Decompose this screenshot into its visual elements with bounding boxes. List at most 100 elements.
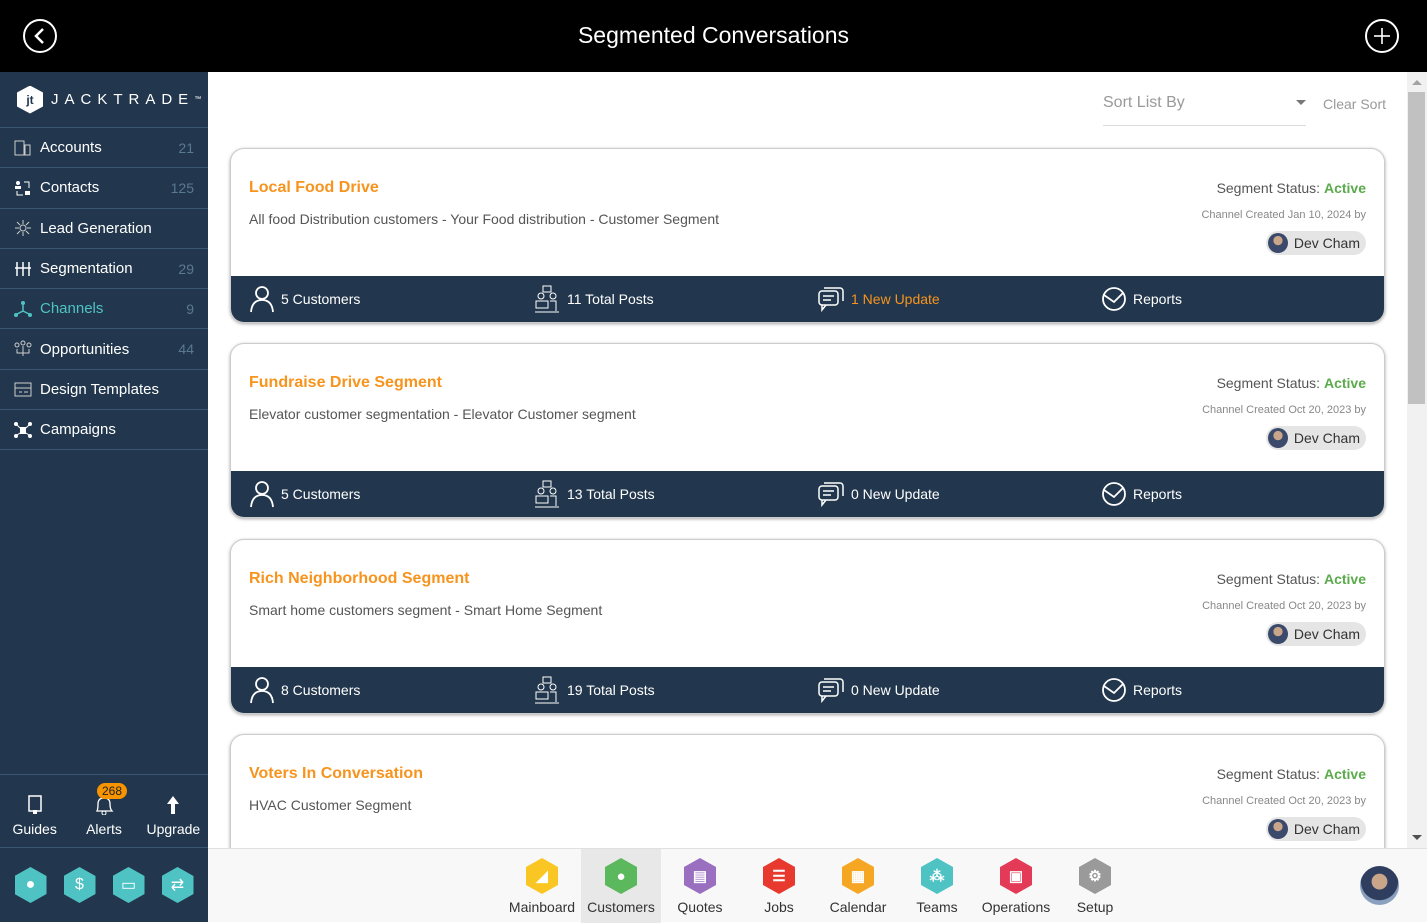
segment-description: Smart home customers segment - Smart Hom… xyxy=(249,602,603,618)
segment-card[interactable]: Voters In Conversation HVAC Customer Seg… xyxy=(230,734,1385,848)
app-label: Operations xyxy=(981,899,1051,915)
segment-card[interactable]: Local Food Drive All food Distribution c… xyxy=(230,148,1385,323)
status-badge: Active xyxy=(1323,571,1366,587)
customers-link[interactable]: 8 Customers xyxy=(249,667,360,713)
updates-count: 0 New Update xyxy=(851,682,940,698)
money-hex-icon[interactable]: ▭ xyxy=(112,867,145,903)
add-button[interactable] xyxy=(1365,19,1399,53)
updates-link[interactable]: 0 New Update xyxy=(817,471,940,517)
app-label: Calendar xyxy=(829,899,887,915)
sidebar-item-opportunities[interactable]: Opportunities 44 xyxy=(0,329,208,370)
customers-link[interactable]: 5 Customers xyxy=(249,471,360,517)
sidebar-item-design-templates[interactable]: Design Templates xyxy=(0,370,208,411)
upgrade-button[interactable]: Upgrade xyxy=(139,775,208,847)
sidebar-item-count: 29 xyxy=(178,260,194,277)
user-hex-icon[interactable]: ● xyxy=(14,867,47,903)
customers-count: 8 Customers xyxy=(281,682,361,698)
customers-icon xyxy=(250,481,274,508)
reports-link[interactable]: Reports xyxy=(1101,276,1182,322)
status-badge: Active xyxy=(1323,375,1366,391)
caret-down-icon xyxy=(1296,100,1306,105)
setup-icon: ⚙ xyxy=(1079,858,1111,894)
plus-circle-icon xyxy=(1374,28,1390,44)
owner-chip[interactable]: Dev Cham xyxy=(1265,231,1366,255)
posts-link[interactable]: 19 Total Posts xyxy=(533,667,655,713)
scrollbar[interactable] xyxy=(1407,72,1427,848)
scroll-up-icon[interactable] xyxy=(1412,80,1422,85)
flow-hex-icon[interactable]: ⇄ xyxy=(161,867,194,903)
owner-chip[interactable]: Dev Cham xyxy=(1265,426,1366,450)
app-label: Customers xyxy=(587,899,655,915)
app-mainboard[interactable]: ◢ Mainboard xyxy=(502,849,582,923)
segment-card[interactable]: Fundraise Drive Segment Elevator custome… xyxy=(230,343,1385,518)
customers-icon xyxy=(250,286,274,313)
card-footer: 8 Customers 19 Total Posts 0 New Update … xyxy=(231,667,1384,713)
scroll-down-icon[interactable] xyxy=(1412,835,1422,840)
page-title: Segmented Conversations xyxy=(577,22,850,48)
sidebar-item-contacts[interactable]: Contacts 125 xyxy=(0,168,208,209)
sidebar-item-lead-generation[interactable]: Lead Generation xyxy=(0,209,208,249)
clear-sort-button[interactable]: Clear Sort xyxy=(1323,96,1386,112)
posts-link[interactable]: 11 Total Posts xyxy=(533,276,654,322)
updates-count: 0 New Update xyxy=(851,486,940,502)
segment-title[interactable]: Local Food Drive xyxy=(249,179,379,197)
customers-icon xyxy=(250,677,274,704)
reports-pie-icon xyxy=(1102,678,1126,702)
sidebar-item-label: Lead Generation xyxy=(40,219,152,237)
calendar-icon: ▦ xyxy=(842,858,874,894)
sidebar-item-count: 44 xyxy=(178,341,194,358)
scroll-thumb[interactable] xyxy=(1408,92,1425,404)
guides-label: Guides xyxy=(12,821,57,837)
brand-logo[interactable]: jt JACKTRADE ™ xyxy=(0,72,208,128)
sidebar-item-label: Campaigns xyxy=(40,421,116,439)
sidebar: jt JACKTRADE ™ Accounts 21 Contacts 125 L… xyxy=(0,72,208,922)
reports-link[interactable]: Reports xyxy=(1101,471,1182,517)
sidebar-item-accounts[interactable]: Accounts 21 xyxy=(0,128,208,169)
sidebar-item-label: Opportunities xyxy=(40,340,130,358)
app-quotes[interactable]: ▤ Quotes xyxy=(660,849,740,923)
posts-link[interactable]: 13 Total Posts xyxy=(533,471,655,517)
app-calendar[interactable]: ▦ Calendar xyxy=(818,849,898,923)
segment-title[interactable]: Rich Neighborhood Segment xyxy=(249,570,469,588)
segment-status: Segment Status: Active xyxy=(1217,571,1366,587)
owner-chip[interactable]: Dev Cham xyxy=(1265,817,1366,841)
customers-count: 5 Customers xyxy=(281,291,361,307)
updates-link[interactable]: 1 New Update xyxy=(817,276,940,322)
user-avatar[interactable] xyxy=(1360,866,1399,905)
app-customers[interactable]: ● Customers xyxy=(581,849,661,923)
dollar-hex-icon[interactable]: $ xyxy=(63,867,96,903)
app-operations[interactable]: ▣ Operations xyxy=(976,849,1056,923)
contacts-icon xyxy=(13,179,33,197)
owner-name: Dev Cham xyxy=(1293,626,1360,642)
app-jobs[interactable]: ☰ Jobs xyxy=(739,849,819,923)
posts-icon xyxy=(535,676,559,704)
app-teams[interactable]: ⁂ Teams xyxy=(897,849,977,923)
sidebar-item-channels[interactable]: Channels 9 xyxy=(0,289,208,330)
quick-actions: ● $ ▭ ⇄ xyxy=(0,848,208,922)
owner-chip[interactable]: Dev Cham xyxy=(1265,622,1366,646)
status-label: Segment Status: xyxy=(1216,180,1321,196)
segment-title[interactable]: Voters In Conversation xyxy=(249,765,423,783)
channels-icon xyxy=(13,300,33,318)
book-icon xyxy=(27,795,42,814)
reports-link[interactable]: Reports xyxy=(1101,667,1182,713)
posts-count: 19 Total Posts xyxy=(567,682,655,698)
alerts-badge: 268 xyxy=(96,783,128,799)
segment-description: All food Distribution customers - Your F… xyxy=(249,211,719,227)
guides-button[interactable]: Guides xyxy=(0,775,69,847)
segment-card[interactable]: Rich Neighborhood Segment Smart home cus… xyxy=(230,539,1385,714)
updates-link[interactable]: 0 New Update xyxy=(817,667,940,713)
alerts-button[interactable]: 268 Alerts xyxy=(69,775,138,847)
segment-title[interactable]: Fundraise Drive Segment xyxy=(249,374,442,392)
sidebar-item-segmentation[interactable]: Segmentation 29 xyxy=(0,249,208,290)
segment-description: Elevator customer segmentation - Elevato… xyxy=(249,406,636,422)
app-label: Teams xyxy=(916,899,958,915)
posts-icon xyxy=(535,480,559,508)
sidebar-item-campaigns[interactable]: Campaigns xyxy=(0,410,208,451)
sort-dropdown[interactable]: Sort List By xyxy=(1103,86,1306,126)
sort-placeholder: Sort List By xyxy=(1103,94,1185,111)
customers-link[interactable]: 5 Customers xyxy=(249,276,360,322)
avatar xyxy=(1267,819,1288,839)
sidebar-item-label: Accounts xyxy=(40,139,102,157)
app-setup[interactable]: ⚙ Setup xyxy=(1055,849,1135,923)
